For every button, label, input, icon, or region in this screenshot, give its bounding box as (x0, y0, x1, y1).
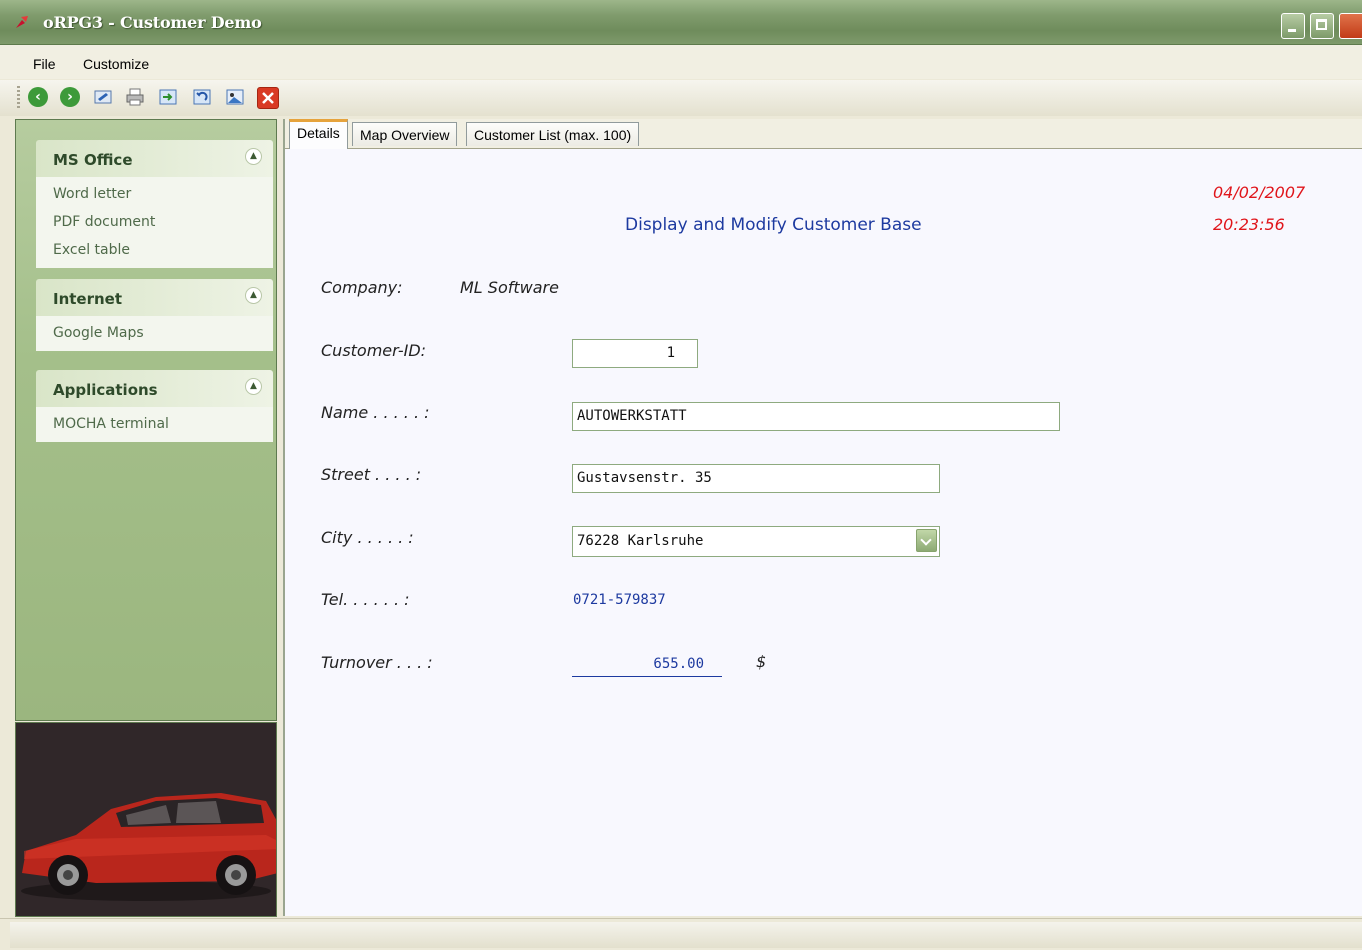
city-select[interactable]: 76228 Karlsruhe (572, 526, 940, 557)
maximize-button[interactable] (1310, 13, 1334, 39)
back-icon[interactable]: ‹ (28, 87, 48, 107)
collapse-icon[interactable]: ▲ (245, 148, 262, 165)
form-heading: Display and Modify Customer Base (625, 215, 922, 235)
customer-id-label: Customer-ID: (321, 341, 427, 360)
sidebar-item-pdf-document[interactable]: PDF document (36, 208, 273, 236)
name-label: Name . . . . . : (321, 403, 430, 422)
company-value: ML Software (460, 278, 559, 297)
sidebar-item-excel-table[interactable]: Excel table (36, 236, 273, 264)
toolbar: ‹ › (0, 80, 1362, 116)
forward-icon[interactable]: › (60, 87, 80, 107)
name-field[interactable]: AUTOWERKSTATT (572, 402, 1060, 431)
menu-customize[interactable]: Customize (83, 56, 149, 72)
window-title: oRPG3 - Customer Demo (43, 13, 262, 32)
group-header-ms-office[interactable]: MS Office ▲ (36, 140, 273, 177)
group-ms-office: MS Office ▲ Word letter PDF document Exc… (36, 140, 273, 268)
group-title: Internet (53, 290, 123, 308)
tab-details[interactable]: Details (289, 119, 348, 149)
status-bar (0, 918, 1362, 950)
group-title: MS Office (53, 151, 133, 169)
chevron-down-icon[interactable] (916, 529, 937, 552)
group-title: Applications (53, 381, 158, 399)
group-applications: Applications ▲ MOCHA terminal (36, 370, 273, 442)
title-bar: oRPG3 - Customer Demo (0, 0, 1362, 45)
image-icon[interactable] (225, 87, 245, 107)
tab-customer-list[interactable]: Customer List (max. 100) (466, 122, 640, 146)
turnover-label: Turnover . . . : (321, 653, 433, 672)
city-label: City . . . . . : (321, 528, 414, 547)
currency-label: $ (756, 652, 767, 671)
edit-icon[interactable] (93, 87, 113, 107)
close-window-button[interactable] (1339, 13, 1362, 39)
tel-label: Tel. . . . . . : (321, 590, 410, 609)
turnover-field[interactable]: 655.00 (572, 656, 722, 677)
collapse-icon[interactable]: ▲ (245, 378, 262, 395)
sidebar-item-word-letter[interactable]: Word letter (36, 180, 273, 208)
toolbar-grip[interactable] (17, 86, 20, 108)
company-label: Company: (321, 278, 403, 297)
print-icon[interactable] (125, 87, 145, 107)
city-select-value: 76228 Karlsruhe (577, 533, 704, 549)
menu-bar: File Customize (0, 45, 1362, 79)
date-display: 04/02/2007 (1213, 183, 1306, 202)
sidebar-item-mocha-terminal[interactable]: MOCHA terminal (36, 410, 273, 438)
time-display: 20:23:56 (1213, 215, 1285, 234)
car-image (15, 722, 277, 917)
export-icon[interactable] (158, 87, 178, 107)
content-panel (283, 119, 1362, 916)
task-pane: MS Office ▲ Word letter PDF document Exc… (15, 119, 277, 721)
undo-icon[interactable] (192, 87, 212, 107)
tab-strip: Details Map Overview Customer List (max.… (285, 119, 1362, 149)
collapse-icon[interactable]: ▲ (245, 287, 262, 304)
group-header-applications[interactable]: Applications ▲ (36, 370, 273, 407)
tel-value: 0721-579837 (573, 592, 666, 608)
minimize-button[interactable] (1281, 13, 1305, 39)
group-internet: Internet ▲ Google Maps (36, 279, 273, 351)
tab-map-overview[interactable]: Map Overview (352, 122, 458, 146)
sidebar-item-google-maps[interactable]: Google Maps (36, 319, 273, 347)
close-icon[interactable] (257, 87, 279, 109)
group-header-internet[interactable]: Internet ▲ (36, 279, 273, 316)
app-icon (16, 16, 28, 28)
customer-id-field[interactable]: 1 (572, 339, 698, 368)
street-field[interactable]: Gustavsenstr. 35 (572, 464, 940, 493)
street-label: Street . . . . : (321, 465, 422, 484)
menu-file[interactable]: File (33, 56, 56, 72)
